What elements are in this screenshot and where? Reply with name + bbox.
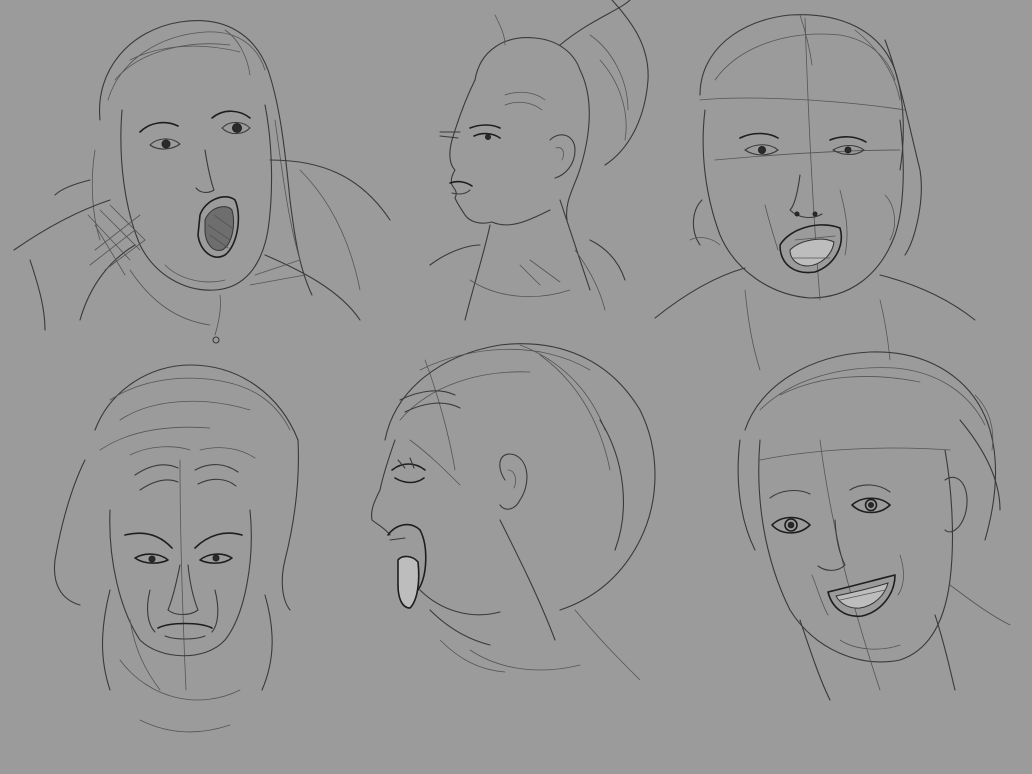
sketch-canvas — [0, 0, 1032, 774]
sketch-surprised-woman — [13, 20, 391, 344]
sketch-smiling-woman — [737, 351, 1011, 701]
sketch-profile-woman — [429, 0, 649, 321]
sketch-woman-shouting — [654, 14, 976, 371]
sketch-frowning-face — [53, 364, 299, 733]
sketch-screaming-profile — [371, 343, 656, 681]
